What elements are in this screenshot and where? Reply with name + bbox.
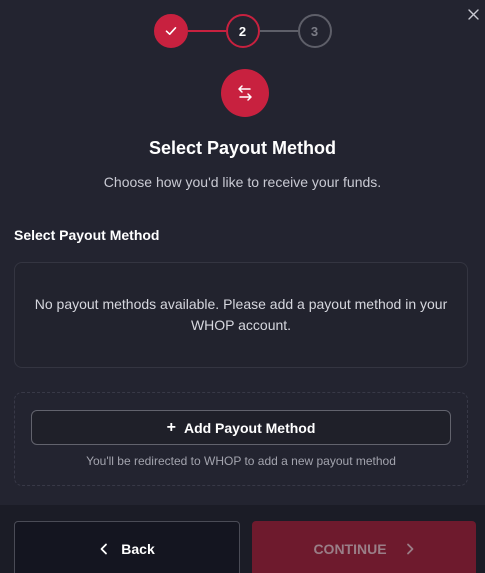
payout-methods-empty-state: No payout methods available. Please add … (14, 262, 468, 368)
page-title: Select Payout Method (148, 138, 337, 158)
step-2-current: 2 (225, 14, 260, 48)
step-1-complete (153, 14, 188, 48)
chevron-left-icon (100, 543, 108, 555)
plus-icon: + (166, 418, 176, 436)
transfer-arrows-icon (221, 69, 269, 117)
back-label: Back (121, 541, 155, 557)
empty-state-message: No payout methods available. Please add … (34, 296, 448, 333)
stepper: 2 3 (0, 14, 485, 48)
chevron-right-icon (406, 543, 413, 555)
continue-button[interactable]: CONTINUE (252, 521, 476, 573)
add-payout-method-label: Add Payout Method (183, 419, 316, 436)
add-payout-section: + Add Payout Method You'll be redirected… (14, 392, 468, 486)
redirect-note: You'll be redirected to WHOP to add a ne… (86, 454, 396, 468)
payout-section-label: Select Payout Method (14, 227, 160, 243)
add-payout-method-button[interactable]: + Add Payout Method (31, 410, 451, 445)
step-connector (259, 30, 298, 32)
continue-label: CONTINUE (313, 541, 387, 557)
page-subtitle: Choose how you'd like to receive your fu… (103, 174, 382, 190)
back-button[interactable]: Back (14, 521, 240, 573)
footer-actions: Back CONTINUE (0, 505, 485, 573)
step-3-pending: 3 (297, 14, 332, 48)
step-connector (187, 30, 226, 32)
check-icon (165, 27, 176, 35)
